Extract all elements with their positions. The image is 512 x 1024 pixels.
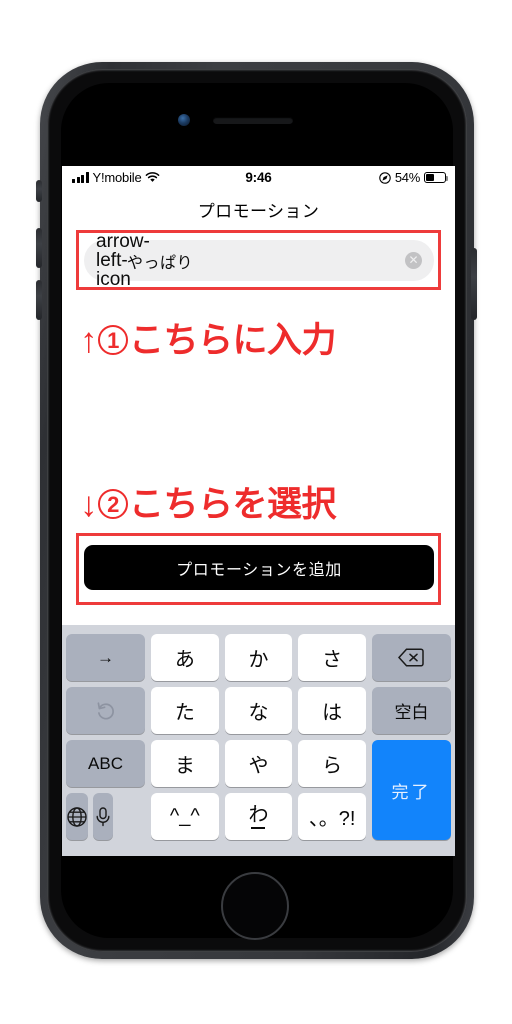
battery-icon <box>424 172 449 183</box>
key-wa[interactable]: わ <box>224 793 293 840</box>
key-punctuation[interactable]: 、。?! <box>298 793 366 840</box>
phone-screen: Y!mobile 9:46 54% プロモーション arrow-left-ico… <box>62 166 455 856</box>
key-undo[interactable] <box>66 687 145 734</box>
battery-percent-label: 54% <box>394 170 420 185</box>
power-button[interactable] <box>471 248 477 320</box>
add-promotion-button[interactable]: プロモーションを追加 <box>84 545 434 590</box>
page-title: プロモーション <box>197 202 320 221</box>
annotation-text-1: こちらに入力 <box>129 321 337 360</box>
key-a[interactable]: あ <box>151 634 219 681</box>
key-ma[interactable]: ま <box>151 740 219 787</box>
annotation-number-1: 1 <box>98 325 128 355</box>
key-sa[interactable]: さ <box>298 634 366 681</box>
key-abc[interactable]: ABC <box>66 740 145 787</box>
annotation-number-2: 2 <box>98 489 128 519</box>
volume-down-button[interactable] <box>36 280 42 320</box>
front-camera-icon <box>178 114 190 126</box>
key-arrow-right[interactable]: → <box>66 634 145 681</box>
key-ha[interactable]: は <box>298 687 366 734</box>
annotation-arrow-down-icon: ↓ <box>80 485 98 524</box>
key-ra[interactable]: ら <box>298 740 366 787</box>
key-wa-label: わ <box>248 803 269 826</box>
battery-fill <box>426 174 435 181</box>
search-field[interactable]: arrow-left-icon やっぱり ✕ <box>84 232 434 289</box>
volume-up-button[interactable] <box>36 228 42 268</box>
annotation-step-2: ↓ 2 こちらを選択 <box>80 476 337 527</box>
annotation-text-2: こちらを選択 <box>129 485 337 524</box>
status-bar-right: 54% <box>379 170 449 185</box>
japanese-keyboard: → あ か さ た な は 空白 ABC ま や ら 完了 ^_^ わ 、。?! <box>62 625 455 856</box>
search-input[interactable]: やっぱり <box>127 249 405 273</box>
location-arrow-icon <box>379 171 391 184</box>
annotation-arrow-up-icon: ↑ <box>80 321 98 360</box>
search-pill[interactable]: arrow-left-icon やっぱり ✕ <box>84 232 434 289</box>
key-ya[interactable]: や <box>224 740 293 787</box>
key-ta[interactable]: た <box>151 687 219 734</box>
key-kaomoji[interactable]: ^_^ <box>151 793 219 840</box>
annotation-step-1: ↑ 1 こちらに入力 <box>80 312 337 363</box>
silent-switch[interactable] <box>36 180 42 202</box>
arrow-left-icon[interactable]: arrow-left-icon <box>96 232 150 289</box>
home-button[interactable] <box>221 872 289 940</box>
globe-icon[interactable] <box>66 793 88 840</box>
key-ka[interactable]: か <box>224 634 293 681</box>
microphone-icon[interactable] <box>93 793 113 840</box>
earpiece-speaker-icon <box>213 117 293 124</box>
keyboard-grid: → あ か さ た な は 空白 ABC ま や ら 完了 ^_^ わ 、。?! <box>66 634 451 840</box>
key-done[interactable]: 完了 <box>371 740 451 840</box>
battery-cap <box>446 176 449 181</box>
key-backspace[interactable] <box>371 634 451 681</box>
status-bar: Y!mobile 9:46 54% <box>62 166 455 192</box>
key-na[interactable]: な <box>224 687 293 734</box>
keyboard-bottom-left-pair <box>66 793 145 840</box>
key-wa-underline <box>251 826 266 829</box>
clear-circle-icon[interactable]: ✕ <box>405 252 422 269</box>
key-space[interactable]: 空白 <box>371 687 451 734</box>
